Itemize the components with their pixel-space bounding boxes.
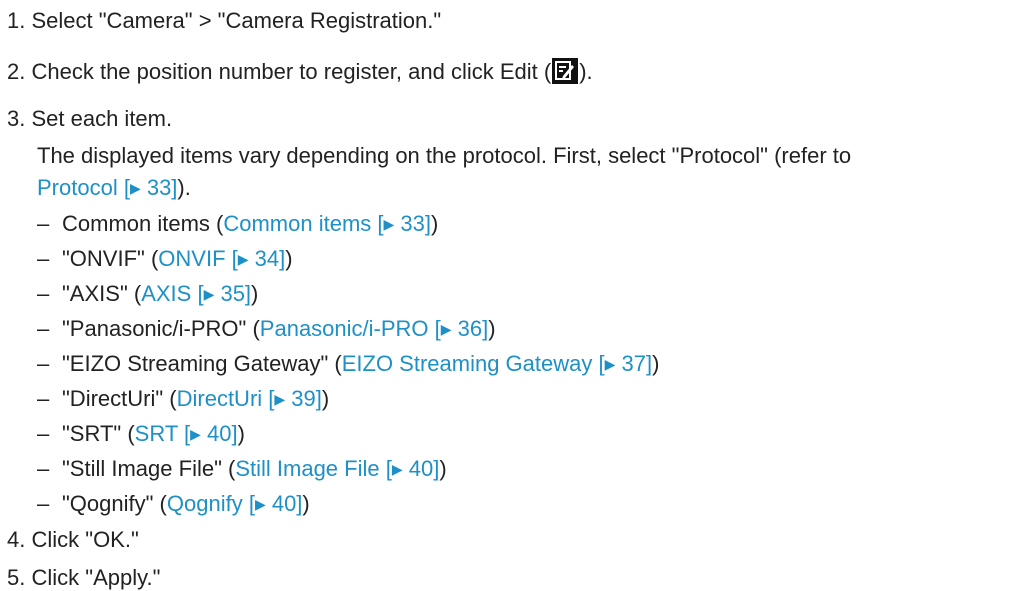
list-item: – "SRT" (SRT [▶ 40]): [37, 421, 245, 446]
note-tail: ).: [177, 175, 191, 200]
step-text: Click "OK.": [31, 527, 139, 552]
step-1: 1. Select "Camera" > "Camera Registratio…: [7, 8, 441, 34]
list-item: – "ONVIF" (ONVIF [▶ 34]): [37, 246, 293, 271]
step-3-note: The displayed items vary depending on th…: [37, 143, 851, 169]
step-number: 1.: [7, 8, 26, 33]
still-image-file-link[interactable]: Still Image File [▶ 40]: [235, 456, 439, 481]
common-items-link[interactable]: Common items [▶ 33]: [223, 211, 431, 236]
list-item: – Common items (Common items [▶ 33]): [37, 211, 439, 236]
step-text: Check the position number to register, a…: [31, 59, 552, 84]
step-number: 2.: [7, 59, 26, 84]
list-item: – "Panasonic/i-PRO" (Panasonic/i-PRO [▶ 3…: [37, 316, 496, 341]
protocol-link[interactable]: Protocol [▶ 33]: [37, 175, 177, 200]
step-text: Set each item.: [31, 106, 173, 131]
edit-icon: [552, 58, 579, 84]
step-text-end: ).: [579, 59, 593, 84]
onvif-link[interactable]: ONVIF [▶ 34]: [158, 246, 285, 271]
step-number: 5.: [7, 565, 26, 590]
step-3-note-cont: Protocol [▶ 33]).: [37, 175, 191, 201]
list-item: – "Qognify" (Qognify [▶ 40]): [37, 491, 310, 516]
srt-link[interactable]: SRT [▶ 40]: [135, 421, 238, 446]
step-4: 4. Click "OK.": [7, 527, 139, 553]
list-item: – "AXIS" (AXIS [▶ 35]): [37, 281, 259, 306]
instruction-document: 1. Select "Camera" > "Camera Registratio…: [0, 0, 1031, 591]
list-item: – "EIZO Streaming Gateway" (EIZO Streamin…: [37, 351, 660, 376]
note-text: The displayed items vary depending on th…: [37, 143, 852, 168]
panasonic-link[interactable]: Panasonic/i-PRO [▶ 36]: [260, 316, 488, 341]
directuri-link[interactable]: DirectUri [▶ 39]: [177, 386, 322, 411]
axis-link[interactable]: AXIS [▶ 35]: [141, 281, 251, 306]
step-2: 2. Check the position number to register…: [7, 58, 593, 85]
qognify-link[interactable]: Qognify [▶ 40]: [167, 491, 303, 516]
list-item: – "DirectUri" (DirectUri [▶ 39]): [37, 386, 330, 411]
step-text: Select "Camera" > "Camera Registration.": [31, 8, 442, 33]
step-text: Click "Apply.": [31, 565, 161, 590]
step-3: 3. Set each item.: [7, 106, 172, 132]
list-item: – "Still Image File" (Still Image File [▶…: [37, 456, 447, 481]
eizo-streaming-gateway-link[interactable]: EIZO Streaming Gateway [▶ 37]: [342, 351, 652, 376]
step-number: 3.: [7, 106, 26, 131]
step-number: 4.: [7, 527, 26, 552]
step-5: 5. Click "Apply.": [7, 565, 160, 591]
